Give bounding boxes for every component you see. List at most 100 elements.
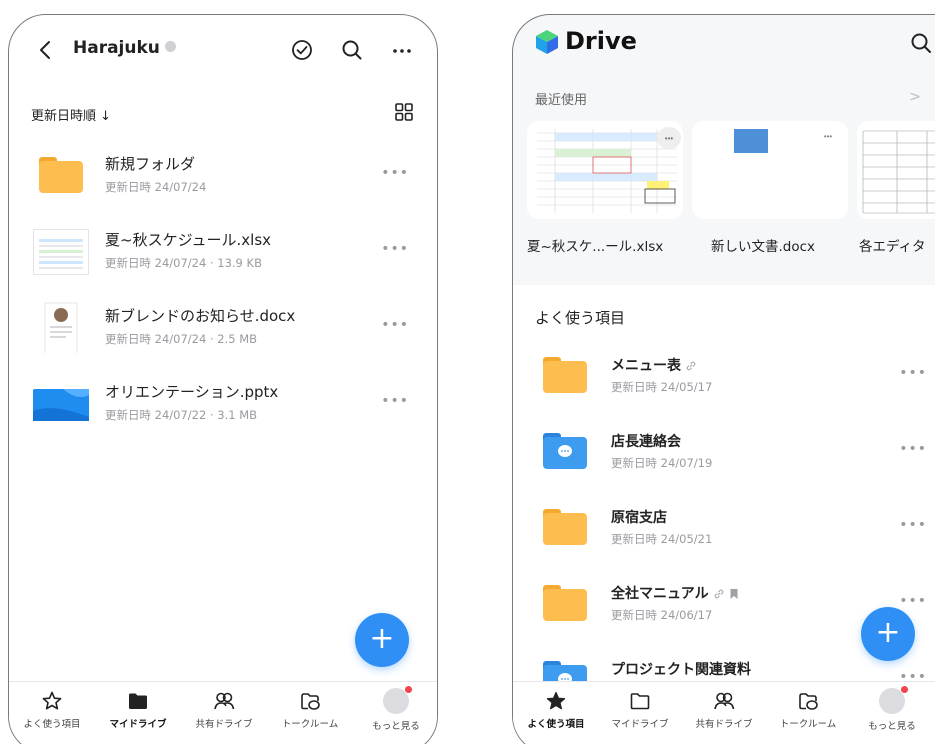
search-icon[interactable]: [339, 37, 365, 63]
my-drive-screen: Harajuku 更新日時順 ↓ 新規フォルダ 更新日時 24/07/24 ••…: [8, 14, 438, 744]
tab-shared-drive[interactable]: 共有ドライブ: [181, 690, 267, 730]
bottom-tab-bar: よく使う項目 マイドライブ 共有ドライブ トークルーム もっと見る: [513, 681, 935, 744]
tab-favorites[interactable]: よく使う項目: [9, 690, 95, 730]
file-row-blend-docx[interactable]: 新ブレンドのお知らせ.docx 更新日時 24/07/24 · 2.5 MB •…: [9, 299, 437, 359]
drive-home-screen: Drive 最近使用 > ••• ••• 夏~秋スケ...ール.xlsx 新しい…: [512, 14, 935, 744]
favorite-meta: 更新日時 24/05/17: [611, 380, 713, 394]
favorite-name: 店長連絡会: [611, 434, 681, 450]
document-preview-icon: •••: [692, 121, 848, 219]
file-row-new-folder[interactable]: 新規フォルダ 更新日時 24/07/24 •••: [9, 147, 437, 207]
tab-favorites[interactable]: よく使う項目: [513, 690, 599, 730]
file-name: 新規フォルダ: [105, 155, 196, 173]
tab-more[interactable]: もっと見る: [849, 686, 935, 732]
drive-header: Drive: [513, 27, 935, 63]
add-fab-button[interactable]: +: [861, 607, 915, 661]
folder-icon: [543, 357, 587, 393]
link-icon: [714, 589, 724, 599]
form-preview-icon: [857, 121, 935, 219]
avatar-icon: [879, 686, 908, 714]
favorite-row-menu[interactable]: メニュー表 更新日時 24/05/17 •••: [513, 347, 935, 407]
add-fab-button[interactable]: +: [355, 613, 409, 667]
file-more-icon[interactable]: •••: [381, 317, 409, 333]
favorite-more-icon[interactable]: •••: [899, 365, 927, 381]
spreadsheet-preview-icon: •••: [527, 121, 683, 219]
notification-dot: [405, 686, 412, 693]
favorite-meta: 更新日時 24/07/19: [611, 456, 713, 470]
folder-header: Harajuku: [9, 35, 437, 65]
folder-icon: [39, 157, 83, 193]
avatar-icon: [383, 686, 412, 714]
tab-label: 共有ドライブ: [695, 719, 753, 730]
favorite-row-harajuku-branch[interactable]: 原宿支店 更新日時 24/05/21 •••: [513, 499, 935, 559]
tab-my-drive[interactable]: マイドライブ: [597, 690, 683, 730]
document-thumbnail-icon: [44, 302, 78, 353]
tab-label: もっと見る: [372, 721, 420, 732]
star-outline-icon: [42, 691, 62, 710]
tab-label: 共有ドライブ: [195, 719, 253, 730]
file-name: 夏~秋スケジュール.xlsx: [105, 231, 272, 249]
people-icon: [214, 692, 235, 710]
file-meta: 更新日時 24/07/22 · 3.1 MB: [105, 408, 258, 422]
back-arrow-icon[interactable]: [35, 38, 57, 62]
more-menu-icon[interactable]: [389, 37, 415, 63]
recent-item-label: 夏~秋スケ...ール.xlsx: [527, 239, 664, 255]
drive-logo-icon: [536, 30, 558, 54]
file-row-orientation-pptx[interactable]: オリエンテーション.pptx 更新日時 24/07/22 · 3.1 MB ••…: [9, 375, 437, 435]
favorite-name: メニュー表: [611, 355, 697, 375]
tab-talk-room[interactable]: トークルーム: [765, 690, 851, 730]
file-more-icon[interactable]: •••: [381, 393, 409, 409]
favorite-meta: 更新日時 24/06/17: [611, 608, 713, 622]
favorite-name: 原宿支店: [611, 510, 667, 526]
favorite-more-icon[interactable]: •••: [899, 441, 927, 457]
bottom-tab-bar: よく使う項目 マイドライブ 共有ドライブ トークルーム もっと見る: [9, 681, 437, 744]
file-name: 新ブレンドのお知らせ.docx: [105, 307, 296, 325]
tab-label: よく使う項目: [527, 719, 585, 730]
star-filled-icon: [546, 691, 566, 710]
chat-folder-icon: [799, 693, 818, 710]
grid-view-icon[interactable]: [395, 103, 413, 121]
tab-my-drive[interactable]: マイドライブ: [95, 690, 181, 730]
tab-label: トークルーム: [281, 719, 339, 730]
tab-label: もっと見る: [868, 721, 916, 732]
file-meta: 更新日時 24/07/24 · 2.5 MB: [105, 332, 258, 346]
tab-more[interactable]: もっと見る: [353, 686, 437, 732]
favorite-more-icon[interactable]: •••: [899, 593, 927, 609]
file-more-icon[interactable]: •••: [381, 241, 409, 257]
tab-label: マイドライブ: [109, 719, 167, 730]
chat-folder-icon: [301, 693, 320, 710]
spreadsheet-thumbnail-icon: [33, 229, 89, 275]
favorite-row-manager-meeting[interactable]: 店長連絡会 更新日時 24/07/19 •••: [513, 423, 935, 483]
favorite-name: 全社マニュアル: [611, 583, 739, 603]
recent-card-editor[interactable]: [857, 121, 935, 219]
tab-talk-room[interactable]: トークルーム: [267, 690, 353, 730]
folder-icon: [543, 585, 587, 621]
tab-shared-drive[interactable]: 共有ドライブ: [681, 690, 767, 730]
file-more-icon[interactable]: •••: [381, 165, 409, 181]
favorite-more-icon[interactable]: •••: [899, 517, 927, 533]
recent-card-xlsx[interactable]: •••: [527, 121, 683, 219]
folder-filled-icon: [129, 693, 147, 709]
folder-outline-icon: [630, 693, 650, 710]
link-icon: [686, 361, 696, 371]
sort-order-button[interactable]: 更新日時順 ↓: [31, 105, 111, 124]
file-meta: 更新日時 24/07/24: [105, 180, 207, 194]
search-icon[interactable]: [909, 31, 933, 55]
file-row-schedule-xlsx[interactable]: 夏~秋スケジュール.xlsx 更新日時 24/07/24 · 13.9 KB •…: [9, 223, 437, 283]
tab-label: トークルーム: [779, 719, 837, 730]
recent-more-chevron-icon[interactable]: >: [909, 89, 921, 105]
folder-title-text: Harajuku: [73, 38, 160, 58]
recent-item-label: 新しい文書.docx: [711, 239, 816, 255]
bookmark-icon: [730, 589, 738, 599]
tab-label: よく使う項目: [23, 719, 81, 730]
recent-item-label: 各エディタ: [859, 239, 926, 255]
notification-dot: [901, 686, 908, 693]
favorite-name-text: メニュー表: [611, 358, 681, 374]
svg-text:•••: •••: [665, 134, 674, 143]
page-title: Harajuku: [73, 38, 176, 58]
favorites-section-title: よく使う項目: [535, 309, 626, 327]
recent-section-title: 最近使用: [535, 93, 588, 108]
recent-card-docx[interactable]: •••: [692, 121, 848, 219]
svg-text:•••: •••: [824, 132, 833, 141]
select-check-icon[interactable]: [289, 37, 315, 63]
folder-icon: [543, 509, 587, 545]
